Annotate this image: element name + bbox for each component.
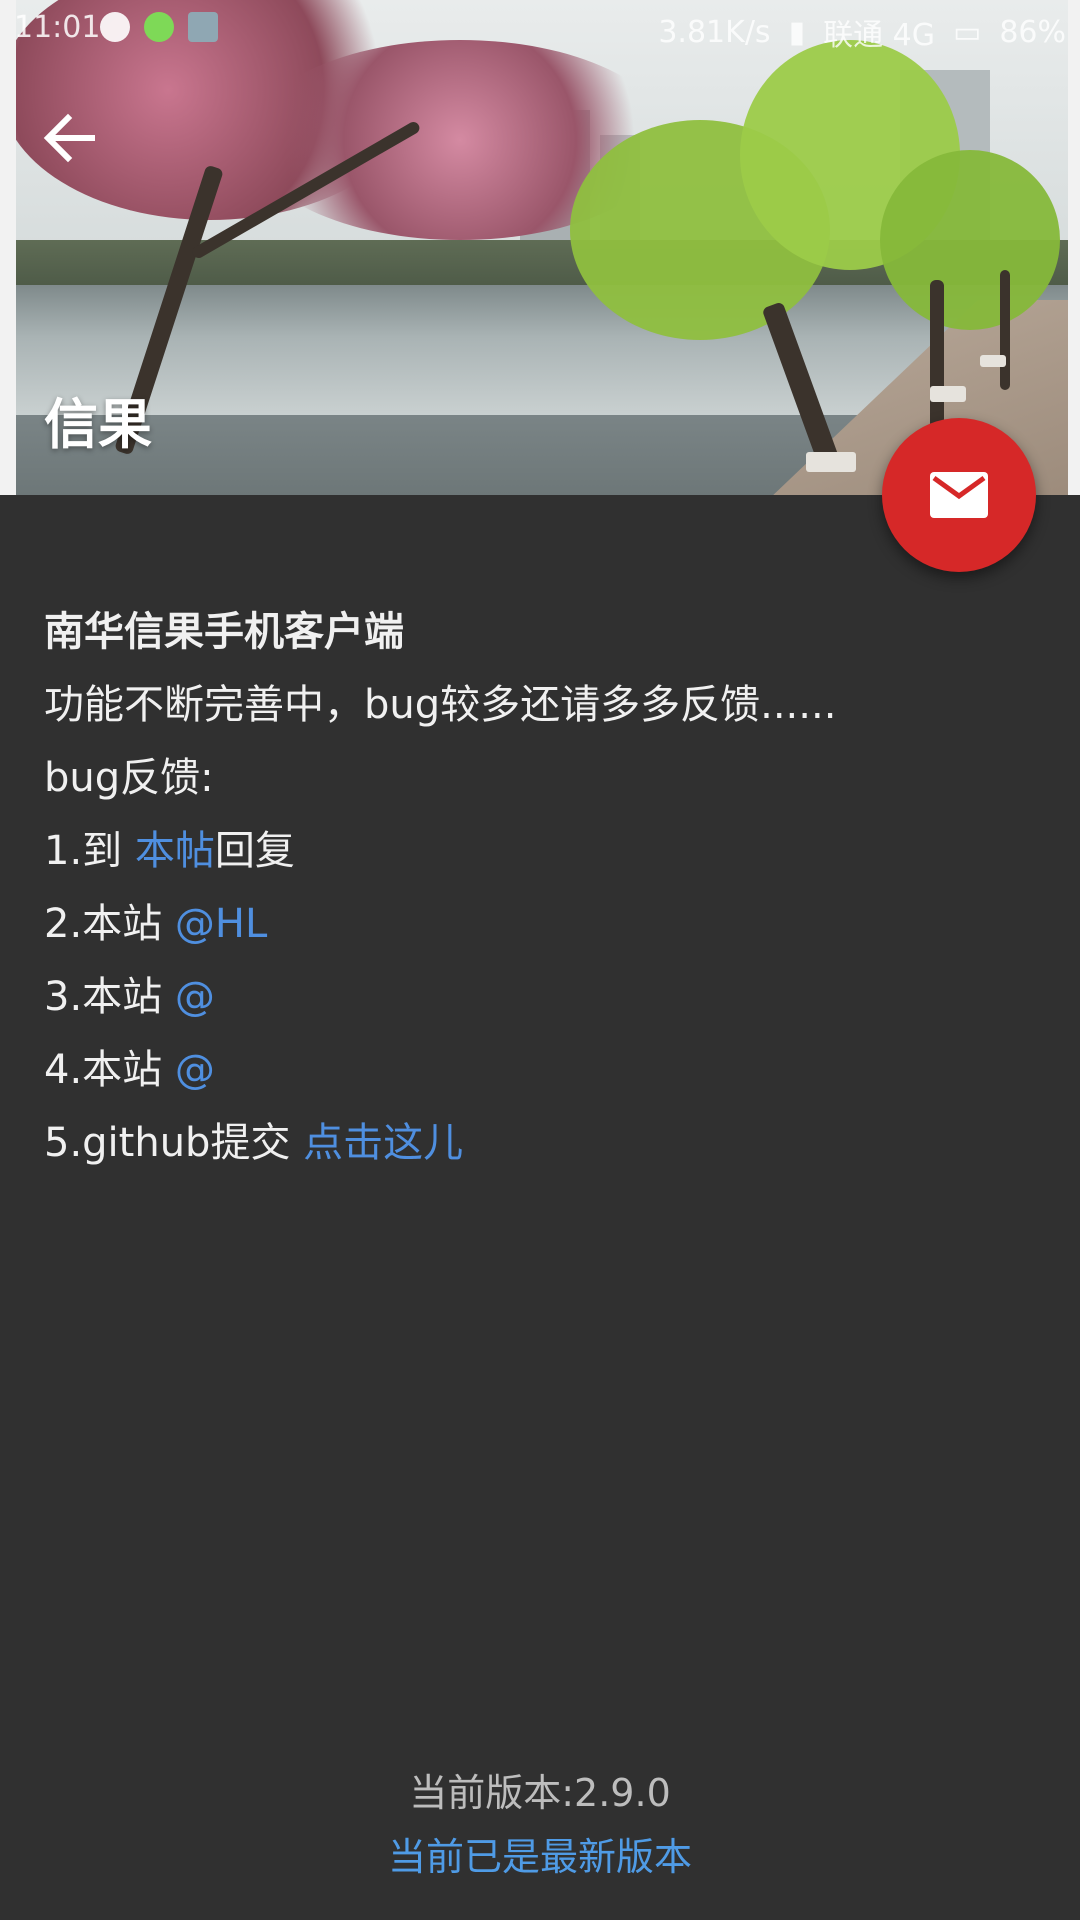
user-link-hl[interactable]: @HL [175, 901, 267, 947]
feedback-item: 2.本站 @HL [44, 888, 1040, 961]
feedback-item: 3.本站 @ [44, 961, 1040, 1034]
net-speed: 3.81K/s [658, 14, 771, 50]
about-content: 南华信果手机客户端 功能不断完善中，bug较多还请多多反馈...... bug反… [44, 596, 1040, 1180]
feedback-item: 5.github提交 点击这儿 [44, 1107, 1040, 1180]
description-line: 功能不断完善中，bug较多还请多多反馈...... [44, 682, 837, 728]
back-button[interactable] [40, 108, 100, 168]
mail-icon [930, 472, 988, 518]
status-time: 11:01 [14, 10, 101, 45]
github-link[interactable]: 点击这儿 [303, 1120, 463, 1166]
thread-link[interactable]: 本帖 [135, 828, 215, 874]
email-fab-button[interactable] [882, 418, 1036, 572]
feedback-item: 4.本站 @ [44, 1034, 1040, 1107]
battery-icon: ▭ [952, 14, 982, 50]
feedback-item-text: 回复 [214, 828, 295, 874]
about-screen: 11:01 3.81K/s ▮ 联通 4G ▭ 86% 信果 南华信果手机客户端… [0, 0, 1080, 1920]
wechat-notification-icon [144, 12, 174, 42]
signal-icon: ▮ [788, 14, 806, 50]
feedback-item-text: 1.到 [44, 828, 135, 874]
feedback-item-text: 3.本站 [44, 974, 175, 1020]
status-bar: 11:01 3.81K/s ▮ 联通 4G ▭ 86% [0, 0, 1080, 56]
carrier-label: 联通 4G [823, 18, 935, 53]
page-title: 信果 [44, 393, 152, 456]
feedback-item-text: 5.github提交 [44, 1120, 304, 1166]
arrow-back-icon [43, 113, 95, 163]
user-link[interactable]: @ [175, 974, 215, 1020]
update-status-link[interactable]: 当前已是最新版本 [0, 1826, 1080, 1881]
note-notification-icon [188, 12, 218, 42]
user-link[interactable]: @ [175, 1047, 215, 1093]
app-headline: 南华信果手机客户端 [44, 609, 404, 655]
clock-notification-icon [100, 12, 130, 42]
feedback-item-text: 2.本站 [44, 901, 175, 947]
feedback-label: bug反馈: [44, 755, 214, 801]
feedback-item: 1.到 本帖回复 [44, 815, 1040, 888]
version-label: 当前版本:2.9.0 [409, 1771, 671, 1815]
header-image [0, 0, 1080, 495]
battery-level: 86% [999, 14, 1066, 50]
feedback-item-text: 4.本站 [44, 1047, 175, 1093]
